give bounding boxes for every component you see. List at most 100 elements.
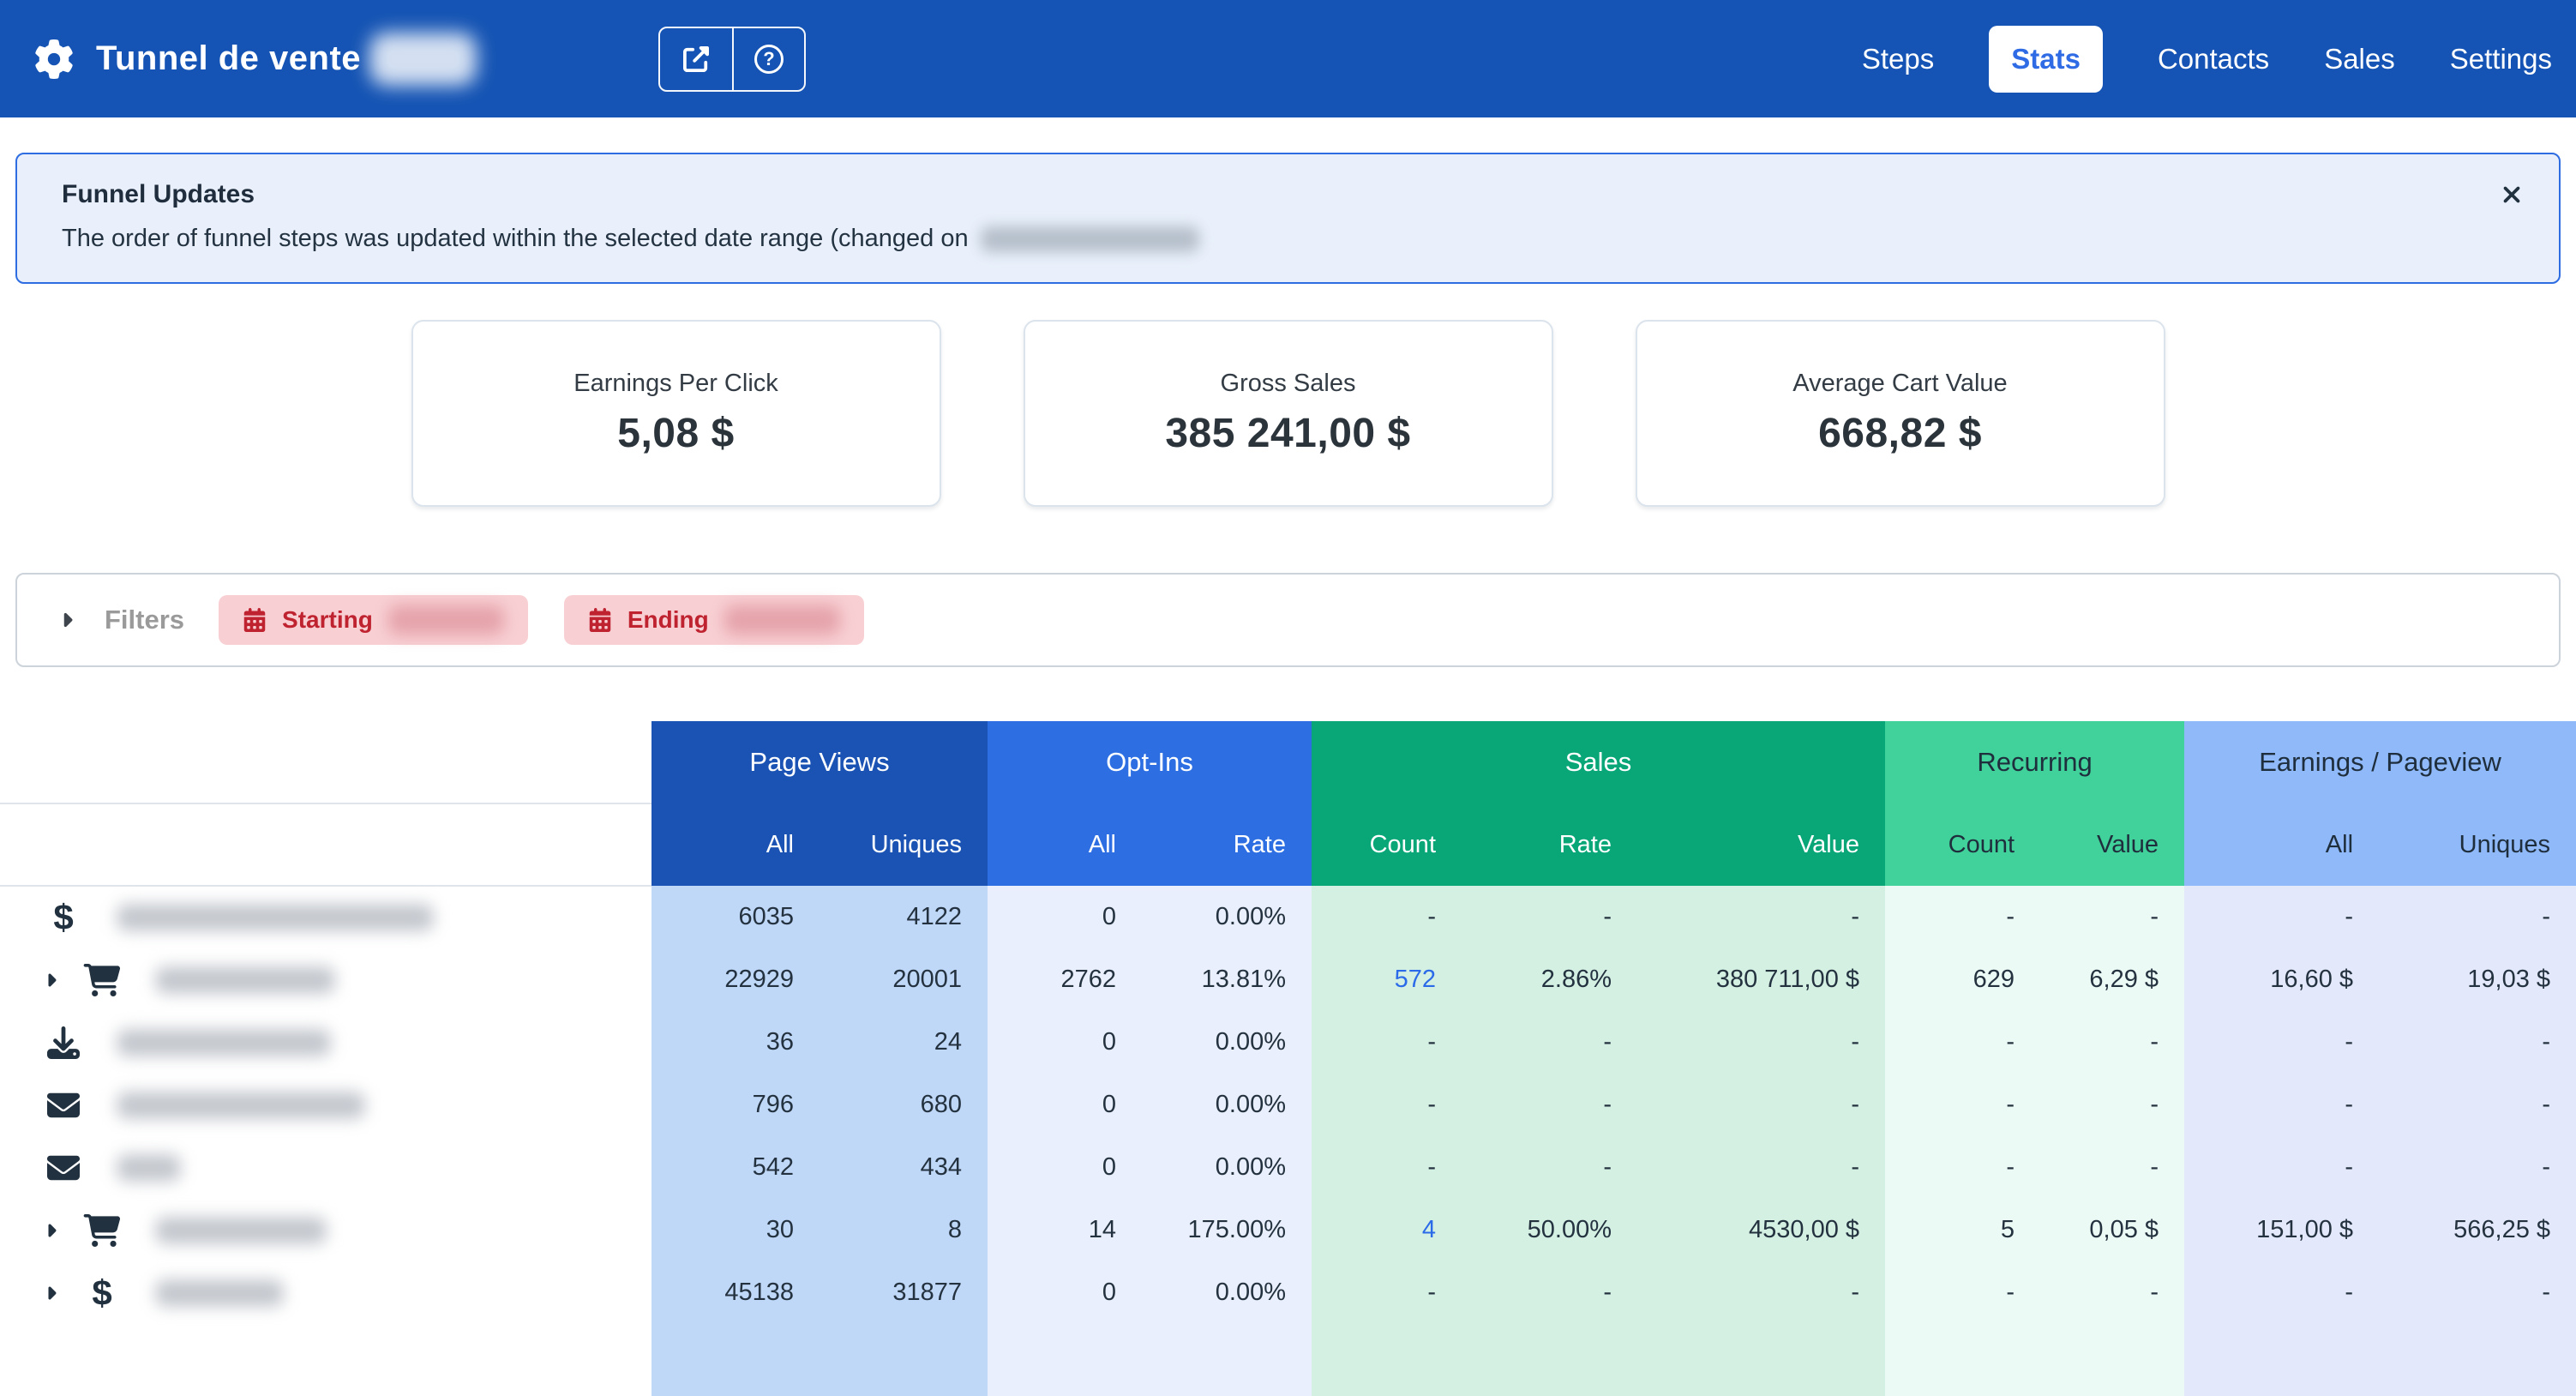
cell: 0 [988,1011,1142,1074]
tab-settings[interactable]: Settings [2450,43,2552,75]
cell: - [2184,1011,2379,1074]
cell: 13.81% [1142,948,1312,1011]
redacted-end-date [724,605,840,635]
cell: 24 [820,1011,988,1074]
cell: 19,03 $ [2379,948,2576,1011]
cell: - [1637,886,1885,948]
cell: 5 [1885,1199,2040,1261]
stat-card-gross-sales: Gross Sales 385 241,00 $ [1024,320,1553,507]
funnel-updates-alert: Funnel Updates The order of funnel steps… [15,153,2561,284]
redacted-start-date [388,605,504,635]
redacted-step-name [155,1217,327,1244]
caret-right-icon[interactable] [58,609,75,631]
cell: - [1637,1136,1885,1199]
cell: - [1885,1136,2040,1199]
cell: 31877 [820,1261,988,1324]
funnel-stats-table: Page Views Opt-Ins Sales Recurring Earni… [0,721,2576,1396]
funnel-step-label [0,1214,626,1247]
cell: 0.00% [1142,1011,1312,1074]
starting-date-filter[interactable]: Starting [219,595,528,645]
table-row: $ 6035 4122 0 0.00% - - - - - - - [0,886,2576,948]
table-row: 30 8 14 175.00% 4 50.00% 4530,00 $ 5 0,0… [0,1199,2576,1261]
filters-label: Filters [105,605,184,635]
group-opt-ins: Opt-Ins [988,721,1312,803]
group-recurring: Recurring [1885,721,2184,803]
caret-right-icon[interactable] [45,1283,57,1303]
row-label-header [0,721,652,803]
cell: - [2040,1011,2184,1074]
cell: - [2184,1074,2379,1136]
download-icon [45,1026,82,1059]
sales-count-link[interactable]: 572 [1312,948,1462,1011]
cell: - [2040,886,2184,948]
cell: - [1885,1011,2040,1074]
col-optins-all: All [988,803,1142,886]
col-pageviews-all: All [652,803,820,886]
caret-right-icon[interactable] [45,1220,57,1241]
group-sales: Sales [1312,721,1885,803]
table-row: $ 45138 31877 0 0.00% - - - - - - - [0,1261,2576,1324]
table-row: 36 24 0 0.00% - - - - - - - [0,1011,2576,1074]
alert-close-button[interactable] [2494,177,2530,213]
cell: 2762 [988,948,1142,1011]
cell: - [1637,1011,1885,1074]
cell: - [1312,1136,1462,1199]
close-icon [2499,182,2525,208]
funnel-step-label: $ [0,1275,626,1311]
group-earnings-pageview: Earnings / Pageview [2184,721,2576,803]
group-header-row: Page Views Opt-Ins Sales Recurring Earni… [0,721,2576,803]
cell: - [1312,1074,1462,1136]
redacted-step-name [117,1029,331,1056]
navbar: Tunnel de vente ? Steps Stats Contacts S… [0,0,2576,117]
cell: 629 [1885,948,2040,1011]
cell: - [2040,1136,2184,1199]
col-sales-rate: Rate [1462,803,1637,886]
open-funnel-button[interactable] [660,28,732,90]
cell: 566,25 $ [2379,1199,2576,1261]
calendar-icon [588,608,612,632]
ending-date-filter[interactable]: Ending [564,595,864,645]
cell: 0 [988,1261,1142,1324]
table-row: 542 434 0 0.00% - - - - - - - [0,1136,2576,1199]
cell: 542 [652,1136,820,1199]
external-link-icon [683,46,709,72]
cell: 0.00% [1142,1136,1312,1199]
cell: 45138 [652,1261,820,1324]
col-earnings-all: All [2184,803,2379,886]
cell: 30 [652,1199,820,1261]
cell: - [1885,1074,2040,1136]
col-optins-rate: Rate [1142,803,1312,886]
stat-cards: Earnings Per Click 5,08 $ Gross Sales 38… [0,320,2576,507]
col-recurring-value: Value [2040,803,2184,886]
cell: 4122 [820,886,988,948]
page-title: Tunnel de vente [96,39,361,78]
tab-steps[interactable]: Steps [1862,43,1934,75]
cell: 0.00% [1142,1074,1312,1136]
cell: - [1462,1011,1637,1074]
cell: 22929 [652,948,820,1011]
group-page-views: Page Views [652,721,988,803]
cell: 36 [652,1011,820,1074]
sub-header-row: All Uniques All Rate Count Rate Value Co… [0,803,2576,886]
help-button[interactable]: ? [732,28,804,90]
funnel-step-label [0,1089,626,1122]
col-sales-count: Count [1312,803,1462,886]
tab-stats[interactable]: Stats [1989,26,2103,93]
alert-message: The order of funnel steps was updated wi… [62,225,2482,253]
caret-right-icon[interactable] [45,970,57,990]
navbar-button-group: ? [658,27,806,92]
tab-sales[interactable]: Sales [2324,43,2395,75]
row-label-subheader [0,803,652,886]
filters-bar: Filters Starting Ending [15,573,2561,667]
stat-label: Gross Sales [1221,370,1356,398]
cell: - [2379,1261,2576,1324]
cell: 380 711,00 $ [1637,948,1885,1011]
sales-count-link[interactable]: 4 [1312,1199,1462,1261]
table-row: 22929 20001 2762 13.81% 572 2.86% 380 71… [0,948,2576,1011]
cell: - [1462,1136,1637,1199]
funnel-step-label: $ [0,900,626,936]
tab-contacts[interactable]: Contacts [2158,43,2269,75]
cell: - [1312,1261,1462,1324]
alert-message-text: The order of funnel steps was updated wi… [62,225,969,253]
nav-tabs: Steps Stats Contacts Sales Settings [1862,26,2552,93]
